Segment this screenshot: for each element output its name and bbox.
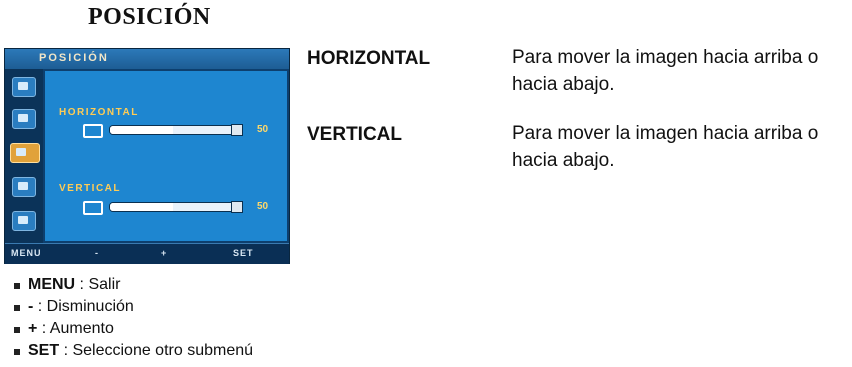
vertical-position-icon — [83, 201, 103, 215]
osd-title: POSICIÓN — [39, 52, 109, 64]
osd-footer-set: SET — [233, 248, 254, 258]
button-legend: MENU : Salir - : Disminución + : Aumento… — [14, 274, 253, 362]
position-icon — [10, 143, 40, 163]
legend-item: SET : Seleccione otro submenú — [14, 340, 253, 362]
horizontal-slider — [109, 125, 237, 135]
vertical-description: Para mover la imagen hacia arriba o haci… — [512, 120, 848, 174]
legend-item: MENU : Salir — [14, 274, 253, 296]
bullet-icon — [14, 283, 20, 289]
legend-key: MENU — [28, 276, 76, 293]
legend-item: + : Aumento — [14, 318, 253, 340]
bullet-icon — [14, 305, 20, 311]
osd-sidebar — [5, 69, 43, 243]
osd-footer-minus: - — [95, 248, 99, 258]
vertical-desc-line1: Para mover la imagen hacia arriba o — [512, 123, 819, 144]
horizontal-description: Para mover la imagen hacia arriba o haci… — [512, 44, 848, 98]
osd-header: POSICIÓN — [5, 49, 289, 69]
gear-icon — [12, 211, 36, 231]
setup-icon — [12, 177, 36, 197]
legend-key: SET — [28, 342, 60, 359]
vertical-desc-line2: hacia abajo. — [512, 150, 615, 171]
legend-text: : Seleccione otro submenú — [59, 342, 254, 359]
page-title: POSICIÓN — [88, 4, 211, 30]
legend-text: : Salir — [75, 276, 121, 293]
osd-footer: MENU - + SET — [5, 243, 289, 264]
horizontal-position-icon — [83, 124, 103, 138]
osd-footer-menu: MENU — [11, 248, 42, 258]
vertical-slider-fill — [110, 203, 173, 211]
osd-panel: HORIZONTAL 50 VERTICAL 50 — [45, 71, 287, 241]
legend-item: - : Disminución — [14, 296, 253, 318]
osd-vertical-label: VERTICAL — [59, 183, 121, 194]
osd-horizontal-label: HORIZONTAL — [59, 107, 139, 118]
picture-icon — [12, 77, 36, 97]
bullet-icon — [14, 327, 20, 333]
color-icon — [12, 109, 36, 129]
vertical-value: 50 — [257, 201, 269, 212]
vertical-slider — [109, 202, 237, 212]
vertical-slider-end — [231, 201, 243, 213]
horizontal-slider-fill — [110, 126, 173, 134]
vertical-term: VERTICAL — [307, 124, 402, 145]
legend-text: : Disminución — [33, 298, 134, 315]
osd-footer-plus: + — [161, 248, 168, 258]
osd-menu-screenshot: POSICIÓN HORIZONTAL 50 VERTICAL 50 MENU … — [4, 48, 290, 264]
horizontal-desc-line1: Para mover la imagen hacia arriba o — [512, 47, 819, 68]
horizontal-desc-line2: hacia abajo. — [512, 74, 615, 95]
horizontal-term: HORIZONTAL — [307, 48, 431, 69]
legend-text: : Aumento — [37, 320, 114, 337]
horizontal-value: 50 — [257, 124, 269, 135]
legend-key: + — [28, 320, 38, 337]
bullet-icon — [14, 349, 20, 355]
horizontal-slider-end — [231, 124, 243, 136]
